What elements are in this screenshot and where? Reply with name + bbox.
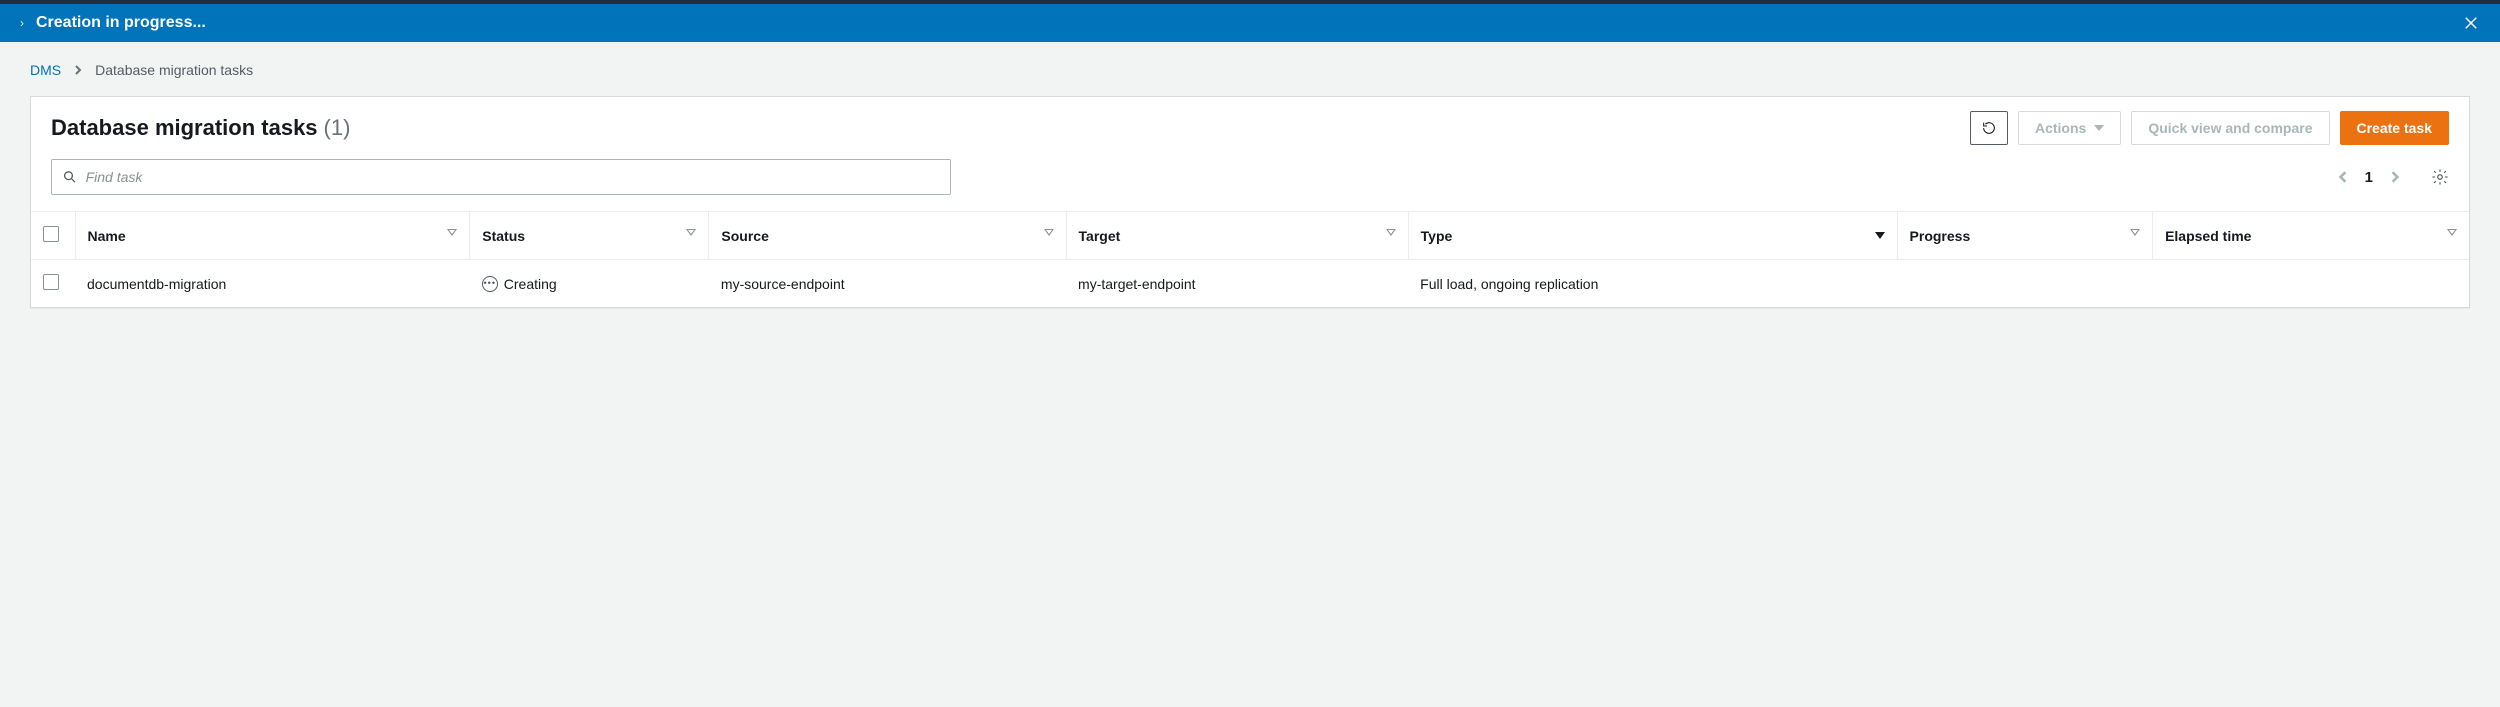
caret-down-icon [2094,125,2104,131]
col-source-header[interactable]: Source [709,212,1066,260]
create-task-label: Create task [2357,120,2433,136]
quick-view-button[interactable]: Quick view and compare [2131,111,2329,145]
sort-icon-active [1875,232,1885,239]
cell-type: Full load, ongoing replication [1408,260,1897,308]
actions-dropdown-button[interactable]: Actions [2018,111,2121,145]
cell-progress [1897,260,2153,308]
panel-count: (1) [324,115,351,141]
settings-button[interactable] [2431,168,2449,186]
row-checkbox[interactable] [43,274,59,290]
select-all-checkbox[interactable] [43,226,59,242]
cell-name: documentdb-migration [75,260,470,308]
tasks-panel: Database migration tasks (1) Actions Qui… [30,96,2470,308]
col-progress-header[interactable]: Progress [1897,212,2153,260]
tasks-table: Name Status Source [31,211,2469,307]
banner-close-button[interactable] [2462,14,2480,32]
refresh-button[interactable] [1970,111,2008,145]
banner-text: Creation in progress... [36,14,206,32]
search-container [51,159,951,195]
cell-target: my-target-endpoint [1066,260,1408,308]
pager-page-number: 1 [2365,169,2373,186]
notification-banner: › Creation in progress... [0,4,2500,42]
table-row[interactable]: documentdb-migration ••• Creating my-sou… [31,260,2469,308]
breadcrumb: DMS Database migration tasks [30,62,2470,78]
breadcrumb-root-link[interactable]: DMS [30,62,61,78]
search-icon [62,169,78,185]
pager-prev-button[interactable] [2337,171,2349,183]
col-name-header[interactable]: Name [75,212,470,260]
status-creating-icon: ••• [482,276,498,292]
chevron-right-icon [73,62,83,78]
breadcrumb-current: Database migration tasks [95,62,253,78]
create-task-button[interactable]: Create task [2340,111,2450,145]
cell-source: my-source-endpoint [709,260,1066,308]
actions-label: Actions [2035,120,2086,136]
quick-view-label: Quick view and compare [2148,120,2312,136]
banner-chevron-icon: › [20,16,24,30]
page-title: Database migration tasks (1) [51,115,350,141]
panel-title-text: Database migration tasks [51,115,318,141]
cell-status: ••• Creating [470,260,709,308]
pager-next-button[interactable] [2389,171,2401,183]
search-input[interactable] [86,169,940,185]
col-type-header[interactable]: Type [1408,212,1897,260]
col-elapsed-header[interactable]: Elapsed time [2153,212,2469,260]
col-status-header[interactable]: Status [470,212,709,260]
pager: 1 [2337,169,2401,186]
col-target-header[interactable]: Target [1066,212,1408,260]
cell-elapsed [2153,260,2469,308]
